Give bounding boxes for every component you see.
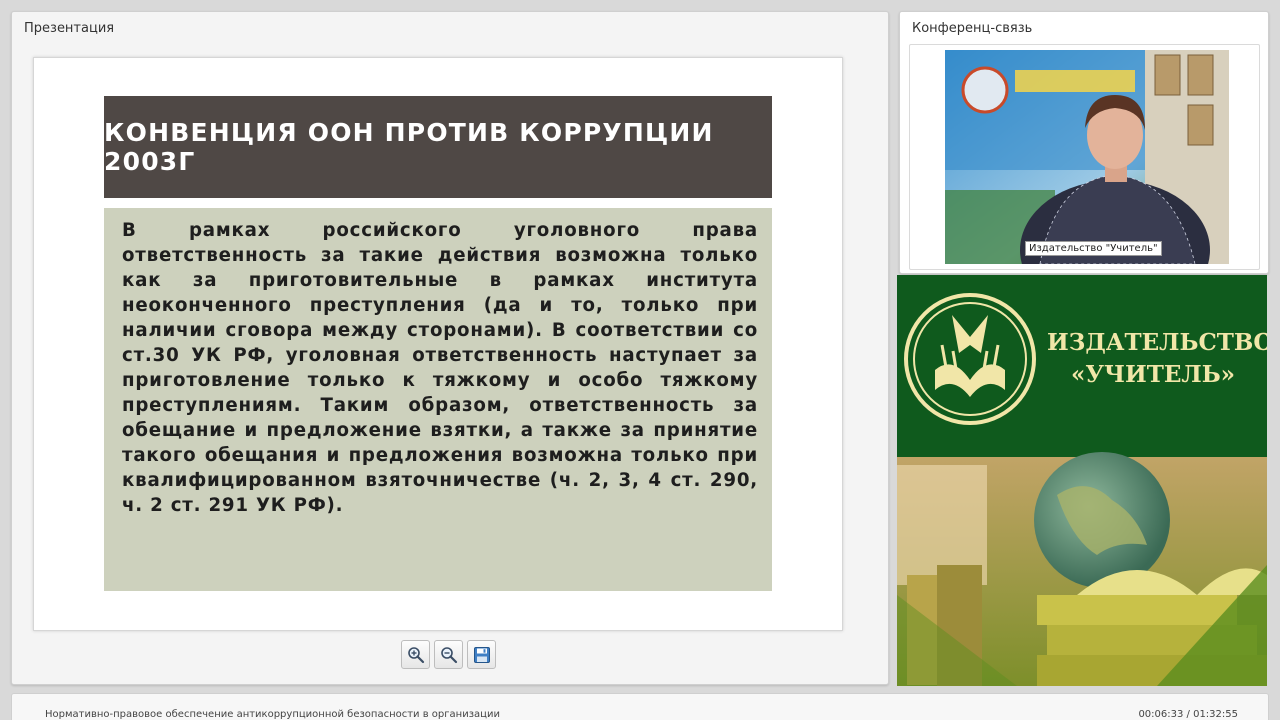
floppy-disk-icon [473,646,490,663]
banner-text: ИЗДАТЕЛЬСТВО «УЧИТЕЛЬ» [1047,327,1267,391]
banner-top: ИЗДАТЕЛЬСТВО «УЧИТЕЛЬ» [897,275,1267,445]
books-globe-illustration [897,445,1267,686]
banner-books-image [897,445,1267,686]
webcam-video[interactable]: Издательство "Учитель" [945,50,1229,264]
slide-body-text: В рамках российского уголовного права от… [122,220,758,516]
save-button[interactable] [467,640,496,669]
presentation-panel: Презентация КОНВЕНЦИЯ ООН ПРОТИВ КОРРУПЦ… [11,11,889,685]
video-frame: Издательство "Учитель" [909,44,1260,270]
conference-panel: Конференц-связь Издательство "Учитель" [899,11,1269,274]
banner-line-1: ИЗДАТЕЛЬСТВО [1047,329,1267,356]
webcam-scene [945,50,1229,264]
status-bar: Нормативно-правовое обеспечение антикорр… [11,693,1269,720]
publisher-banner: ИЗДАТЕЛЬСТВО «УЧИТЕЛЬ» [897,275,1267,686]
playback-time: 00:06:33 / 01:32:55 [1138,709,1238,720]
conference-panel-title: Конференц-связь [912,21,1033,36]
banner-line-2: «УЧИТЕЛЬ» [1070,361,1236,388]
slide: КОНВЕНЦИЯ ООН ПРОТИВ КОРРУПЦИИ 2003Г В р… [33,57,843,631]
slide-heading: КОНВЕНЦИЯ ООН ПРОТИВ КОРРУПЦИИ 2003Г [104,118,714,176]
course-title: Нормативно-правовое обеспечение антикорр… [45,709,500,720]
slide-toolbar [401,640,496,670]
zoom-in-button[interactable] [401,640,430,669]
slide-body-box: В рамках российского уголовного права от… [104,208,772,591]
video-caption: Издательство "Учитель" [1025,241,1162,256]
presentation-panel-title: Презентация [24,21,115,36]
slide-heading-bar: КОНВЕНЦИЯ ООН ПРОТИВ КОРРУПЦИИ 2003Г [104,96,772,198]
publisher-logo-icon [904,293,1036,425]
zoom-out-button[interactable] [434,640,463,669]
zoom-out-icon [440,646,457,663]
zoom-in-icon [407,646,424,663]
